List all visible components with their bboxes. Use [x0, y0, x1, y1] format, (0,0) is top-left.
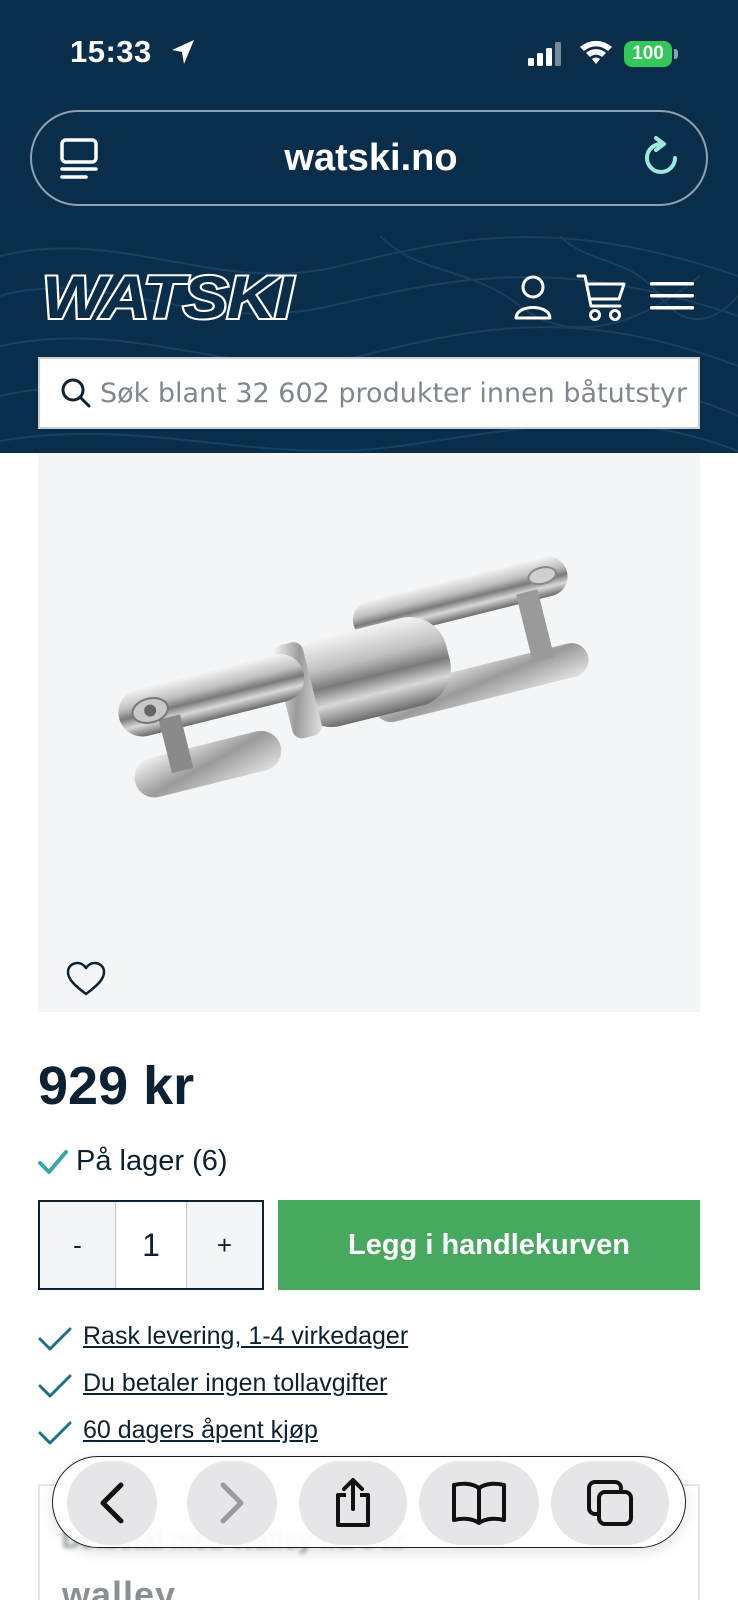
- usp-link-open-purchase[interactable]: 60 dagers åpent kjøp: [83, 1416, 318, 1445]
- stock-label: På lager (6): [76, 1145, 228, 1177]
- anchor-swivel-image: [118, 556, 589, 798]
- url-text[interactable]: watski.no: [32, 112, 710, 204]
- book-icon: [452, 1481, 506, 1525]
- wifi-icon: [580, 40, 612, 64]
- back-button[interactable]: [67, 1461, 157, 1545]
- bookmarks-button[interactable]: [419, 1461, 539, 1545]
- cart-icon[interactable]: [576, 272, 626, 322]
- browser-toolbar: [52, 1456, 686, 1548]
- product-price: 929 kr: [38, 1056, 195, 1116]
- chevron-right-icon: [220, 1482, 244, 1524]
- logo-text: WATSKI: [42, 268, 295, 328]
- usp-link-customs[interactable]: Du betaler ingen tollavgifter: [83, 1369, 387, 1398]
- quantity-increase-button[interactable]: +: [187, 1202, 262, 1288]
- menu-icon[interactable]: [650, 280, 694, 312]
- product-image[interactable]: [38, 453, 700, 1012]
- check-icon: [38, 1374, 72, 1398]
- search-icon: [61, 378, 91, 408]
- heart-icon[interactable]: [66, 961, 106, 997]
- watski-logo[interactable]: WATSKI: [38, 268, 298, 328]
- forward-button[interactable]: [187, 1461, 277, 1545]
- battery-nub: [674, 49, 678, 59]
- user-icon[interactable]: [514, 274, 552, 320]
- chevron-left-icon: [100, 1482, 124, 1524]
- check-icon: [38, 1327, 72, 1351]
- battery-indicator: 100: [624, 41, 672, 67]
- tabs-icon: [587, 1480, 633, 1526]
- search-input[interactable]: [100, 359, 694, 427]
- reload-icon[interactable]: [642, 136, 682, 180]
- tabs-button[interactable]: [551, 1461, 669, 1545]
- add-to-cart-button[interactable]: Legg i handlekurven: [278, 1200, 700, 1290]
- signal-icon: [528, 42, 561, 66]
- quantity-stepper: - 1 +: [38, 1200, 264, 1290]
- share-icon: [336, 1478, 370, 1527]
- share-button[interactable]: [299, 1461, 407, 1545]
- check-icon: [38, 1150, 68, 1174]
- browser-url-bar[interactable]: watski.no: [30, 110, 708, 206]
- location-arrow-icon: [172, 40, 194, 64]
- search-box[interactable]: [38, 357, 700, 429]
- usp-link-delivery[interactable]: Rask levering, 1-4 virkedager: [83, 1322, 408, 1351]
- walley-logo: walley: [62, 1574, 177, 1600]
- site-header: 15:33 100 watski.no WATSKI: [0, 0, 738, 453]
- check-icon: [38, 1421, 72, 1445]
- quantity-value[interactable]: 1: [115, 1202, 187, 1288]
- quantity-decrease-button[interactable]: -: [40, 1202, 115, 1288]
- status-time: 15:33: [70, 34, 152, 69]
